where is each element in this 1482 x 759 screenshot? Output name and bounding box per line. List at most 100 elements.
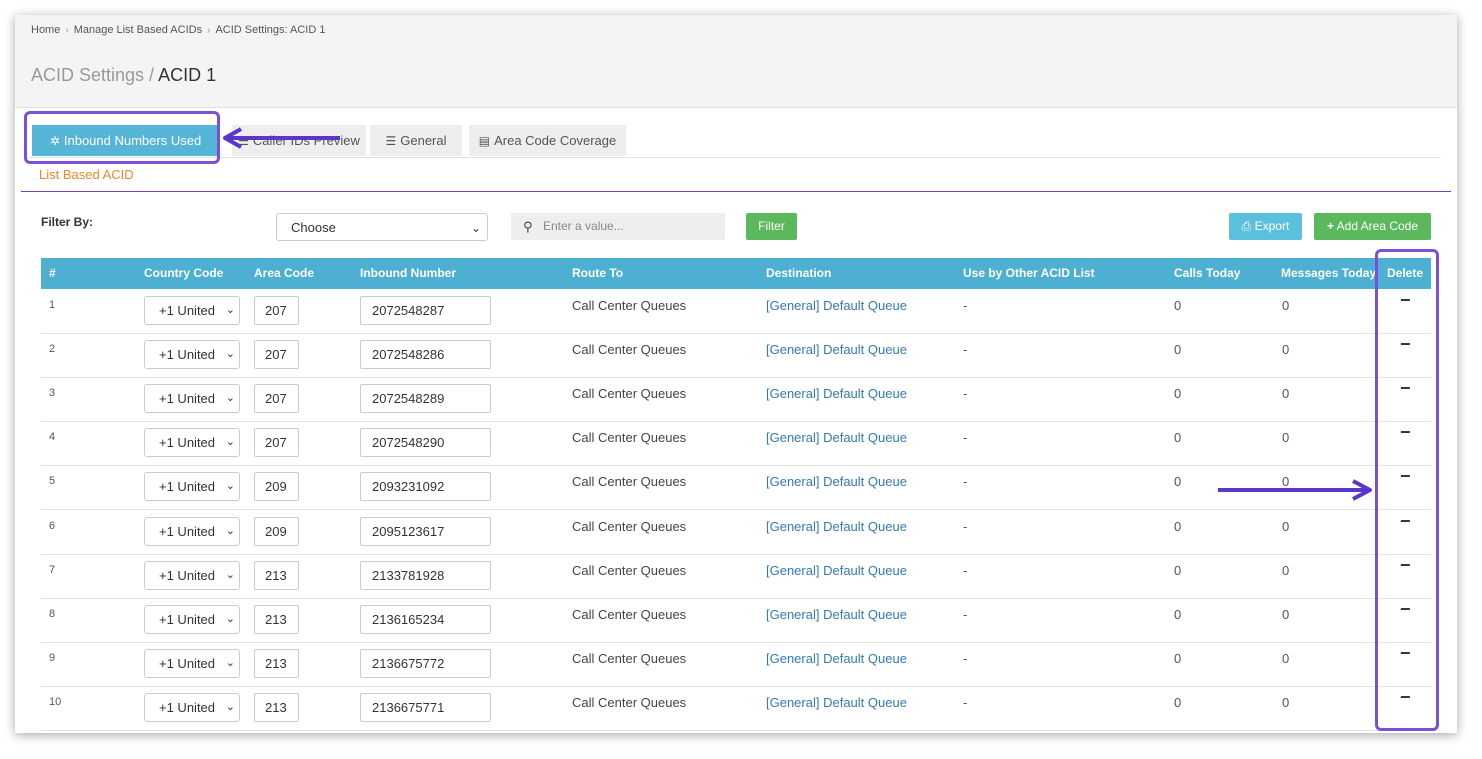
- col-calls-today[interactable]: Calls Today: [1174, 258, 1240, 289]
- chevron-right-icon: ›: [65, 24, 69, 36]
- chevron-down-icon: ⌄: [225, 480, 235, 492]
- country-code-select[interactable]: +1 United ⌄: [144, 561, 240, 590]
- country-code-select[interactable]: +1 United ⌄: [144, 649, 240, 678]
- inbound-number-input[interactable]: 2095123617: [360, 517, 491, 546]
- breadcrumb-home[interactable]: Home: [31, 24, 60, 36]
- country-code-select[interactable]: +1 United ⌄: [144, 517, 240, 546]
- table-row: 1 +1 United ⌄ 207 2072548287 Call Center Queu…: [41, 289, 1431, 334]
- row-number: 8: [49, 608, 56, 620]
- filter-select[interactable]: Choose ⌄: [276, 213, 488, 241]
- col-other-acid[interactable]: Use by Other ACID List: [963, 258, 1095, 289]
- tab-label: General: [400, 133, 447, 148]
- area-code-input[interactable]: 207: [254, 384, 299, 413]
- other-acid-list: -: [963, 430, 968, 445]
- inbound-number-input[interactable]: 2136165234: [360, 605, 491, 634]
- other-acid-list: -: [963, 695, 968, 710]
- route-to: Call Center Queues: [572, 563, 687, 578]
- country-code-value: +1 United: [159, 568, 216, 583]
- chevron-down-icon: ⌄: [470, 221, 481, 235]
- col-number[interactable]: #: [49, 258, 56, 289]
- other-acid-list: -: [963, 519, 968, 534]
- country-code-select[interactable]: +1 United ⌄: [144, 428, 240, 457]
- inbound-number-input[interactable]: 2136675772: [360, 649, 491, 678]
- col-route-to[interactable]: Route To: [572, 258, 623, 289]
- inbound-number-input[interactable]: 2072548289: [360, 384, 491, 413]
- inbound-number-input[interactable]: 2093231092: [360, 472, 491, 501]
- chevron-down-icon: ⌄: [225, 657, 235, 669]
- calls-today: 0: [1174, 607, 1182, 622]
- calls-today: 0: [1174, 298, 1182, 313]
- area-code-input[interactable]: 213: [254, 649, 299, 678]
- row-number: 9: [49, 652, 56, 664]
- messages-today: 0: [1282, 386, 1290, 401]
- inbound-number-input[interactable]: 2136675771: [360, 693, 491, 722]
- col-inbound-number[interactable]: Inbound Number: [360, 258, 456, 289]
- highlight-box: [24, 111, 220, 164]
- calls-today: 0: [1174, 342, 1182, 357]
- destination-link[interactable]: [General] Default Queue: [766, 519, 907, 534]
- page-title-current: ACID 1: [158, 65, 217, 85]
- country-code-select[interactable]: +1 United ⌄: [144, 384, 240, 413]
- destination-link[interactable]: [General] Default Queue: [766, 695, 907, 710]
- country-code-value: +1 United: [159, 524, 216, 539]
- destination-link[interactable]: [General] Default Queue: [766, 430, 907, 445]
- messages-today: 0: [1282, 298, 1290, 313]
- country-code-select[interactable]: +1 United ⌄: [144, 472, 240, 501]
- destination-link[interactable]: [General] Default Queue: [766, 386, 907, 401]
- messages-today: 0: [1282, 342, 1290, 357]
- export-button[interactable]: ⎙ Export: [1229, 213, 1302, 240]
- area-code-input[interactable]: 213: [254, 561, 299, 590]
- table-row: 7 +1 United ⌄ 213 2133781928 Call Center Queu…: [41, 554, 1431, 599]
- area-code-input[interactable]: 207: [254, 296, 299, 325]
- area-code-input[interactable]: 213: [254, 693, 299, 722]
- area-code-input[interactable]: 209: [254, 472, 299, 501]
- area-code-input[interactable]: 207: [254, 340, 299, 369]
- area-code-input[interactable]: 213: [254, 605, 299, 634]
- row-number: 7: [49, 564, 56, 576]
- inbound-number-input[interactable]: 2072548287: [360, 296, 491, 325]
- country-code-value: +1 United: [159, 700, 216, 715]
- print-icon: ⎙: [1241, 219, 1252, 233]
- area-code-input[interactable]: 209: [254, 517, 299, 546]
- country-code-select[interactable]: +1 United ⌄: [144, 605, 240, 634]
- file-icon: ▤: [478, 134, 491, 148]
- route-to: Call Center Queues: [572, 430, 687, 445]
- col-area-code[interactable]: Area Code: [254, 258, 314, 289]
- inbound-number-input[interactable]: 2133781928: [360, 561, 491, 590]
- row-number: 6: [49, 520, 56, 532]
- plus-icon: +: [1326, 219, 1334, 233]
- country-code-value: +1 United: [159, 612, 216, 627]
- country-code-value: +1 United: [159, 435, 216, 450]
- tab-area-code-coverage[interactable]: ▤ Area Code Coverage: [469, 125, 626, 156]
- destination-link[interactable]: [General] Default Queue: [766, 342, 907, 357]
- list-ordered-icon: ☰: [385, 134, 397, 148]
- destination-link[interactable]: [General] Default Queue: [766, 607, 907, 622]
- filter-button[interactable]: Filter: [746, 213, 797, 240]
- messages-today: 0: [1282, 607, 1290, 622]
- search-placeholder: Enter a value...: [543, 219, 624, 233]
- country-code-select[interactable]: +1 United ⌄: [144, 296, 240, 325]
- destination-link[interactable]: [General] Default Queue: [766, 298, 907, 313]
- calls-today: 0: [1174, 519, 1182, 534]
- chevron-down-icon: ⌄: [225, 436, 235, 448]
- route-to: Call Center Queues: [572, 298, 687, 313]
- route-to: Call Center Queues: [572, 519, 687, 534]
- country-code-value: +1 United: [159, 347, 216, 362]
- breadcrumb-manage-acids[interactable]: Manage List Based ACIDs: [74, 24, 202, 36]
- destination-link[interactable]: [General] Default Queue: [766, 474, 907, 489]
- destination-link[interactable]: [General] Default Queue: [766, 563, 907, 578]
- country-code-select[interactable]: +1 United ⌄: [144, 340, 240, 369]
- tab-general[interactable]: ☰ General: [370, 125, 462, 156]
- add-area-code-button[interactable]: + Add Area Code: [1314, 213, 1431, 240]
- col-messages-today[interactable]: Messages Today: [1281, 258, 1376, 289]
- col-destination[interactable]: Destination: [766, 258, 831, 289]
- col-country-code[interactable]: Country Code: [144, 258, 223, 289]
- calls-today: 0: [1174, 695, 1182, 710]
- country-code-select[interactable]: +1 United ⌄: [144, 693, 240, 722]
- destination-link[interactable]: [General] Default Queue: [766, 651, 907, 666]
- area-code-input[interactable]: 207: [254, 428, 299, 457]
- other-acid-list: -: [963, 474, 968, 489]
- search-input[interactable]: ⚲ Enter a value...: [511, 213, 725, 240]
- inbound-number-input[interactable]: 2072548290: [360, 428, 491, 457]
- inbound-number-input[interactable]: 2072548286: [360, 340, 491, 369]
